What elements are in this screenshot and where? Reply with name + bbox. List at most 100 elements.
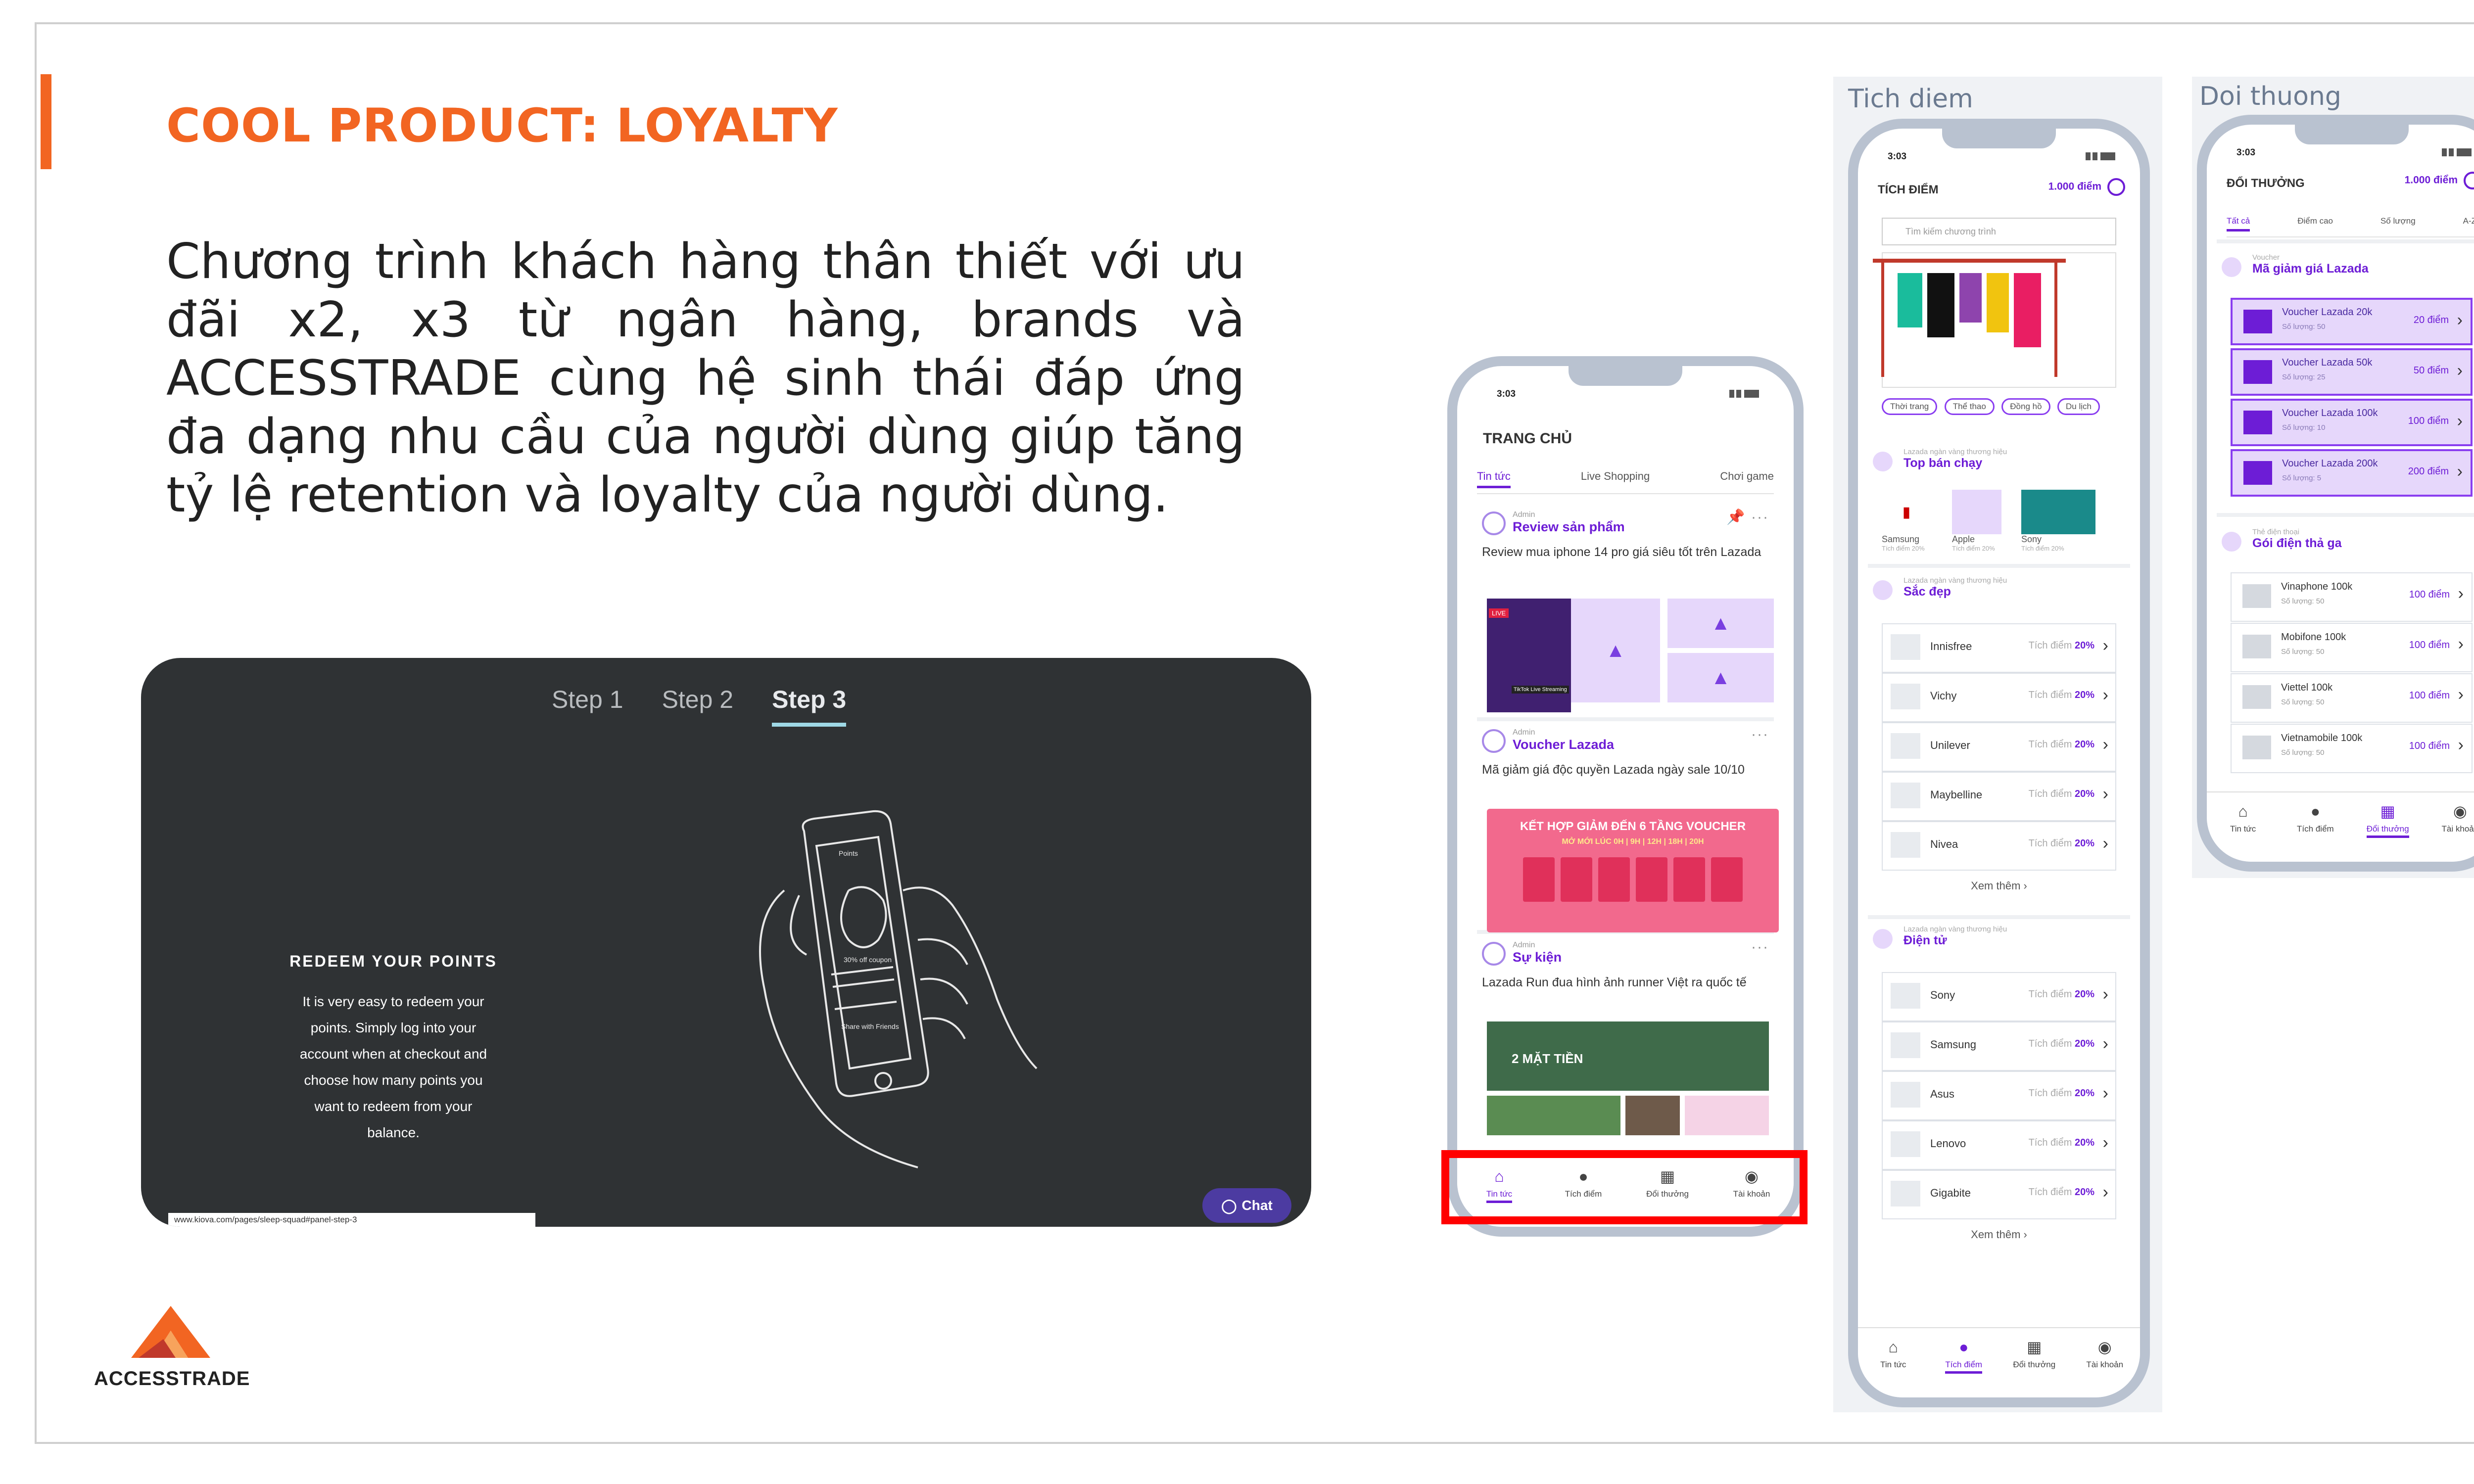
post-card[interactable]: Admin Voucher Lazada ··· Mã giảm giá độc… bbox=[1477, 722, 1779, 934]
page-title: ĐỔI THƯỞNG bbox=[2227, 177, 2305, 190]
card-name: Viettel 100k bbox=[2281, 682, 2333, 693]
voucher-name: Voucher Lazada 20k bbox=[2282, 307, 2373, 318]
search-input[interactable]: Tìm kiếm chương trình bbox=[1882, 218, 2116, 245]
brand-row[interactable]: Maybelline Tích điểm 20% › bbox=[1882, 772, 2116, 821]
tab-az[interactable]: A-Z bbox=[2463, 216, 2474, 232]
section-name: Top bán chạy bbox=[1903, 456, 1983, 470]
tabbar-news[interactable]: ⌂ Tin tức bbox=[1866, 1338, 1920, 1370]
step-3-tab[interactable]: Step 3 bbox=[772, 685, 847, 727]
voucher-tiles bbox=[1487, 857, 1779, 902]
top-item[interactable]: Apple Tích điểm 20% bbox=[1952, 490, 2006, 552]
phonecard-row[interactable]: Vinaphone 100k Số lượng: 50 100 điểm › bbox=[2231, 572, 2473, 622]
image-placeholder-icon bbox=[1891, 983, 1920, 1009]
brand-row[interactable]: Sony Tích điểm 20% › bbox=[1882, 972, 2116, 1021]
phonecard-row[interactable]: Viettel 100k Số lượng: 50 100 điểm › bbox=[2231, 673, 2473, 723]
chip[interactable]: Đồng hồ bbox=[2001, 398, 2050, 415]
gift-icon: ▦ bbox=[2380, 802, 2395, 820]
phone-notch bbox=[1942, 129, 2056, 148]
chat-button[interactable]: ◯ Chat bbox=[1202, 1188, 1291, 1223]
top-item[interactable]: ▮ Samsung Tích điểm 20% bbox=[1882, 490, 1936, 552]
step-1-tab[interactable]: Step 1 bbox=[552, 685, 623, 727]
more-icon[interactable]: 📌 ··· bbox=[1726, 509, 1769, 526]
brand-row[interactable]: Nivea Tích điểm 20% › bbox=[1882, 821, 2116, 871]
voucher-row[interactable]: Voucher Lazada 100k Số lượng: 10 100 điểm › bbox=[2231, 399, 2473, 446]
user-icon: ◉ bbox=[2453, 802, 2467, 820]
see-more-link[interactable]: Xem thêm › bbox=[1882, 1219, 2116, 1250]
tabbar-account[interactable]: ◉ Tài khoản bbox=[2433, 802, 2474, 834]
chip[interactable]: Du lịch bbox=[2057, 398, 2100, 415]
chevron-right-icon: › bbox=[2102, 735, 2108, 754]
step-tabs: Step 1 Step 2 Step 3 bbox=[552, 685, 847, 727]
brand-row[interactable]: Gigabite Tích điểm 20% › bbox=[1882, 1170, 2116, 1219]
voucher-row[interactable]: Voucher Lazada 50k Số lượng: 25 50 điểm › bbox=[2231, 348, 2473, 396]
brand-name: Unilever bbox=[1930, 739, 1970, 751]
tabbar-points[interactable]: ● Tích điểm bbox=[1937, 1338, 1991, 1374]
rate-label: Tích điểm bbox=[2028, 838, 2072, 849]
clothes-banner[interactable] bbox=[1873, 252, 2116, 388]
voucher-row[interactable]: Voucher Lazada 200k Số lượng: 5 200 điểm › bbox=[2231, 449, 2473, 497]
chip[interactable]: Thời trang bbox=[1882, 398, 1938, 415]
rate-label: Tích điểm bbox=[2028, 739, 2072, 750]
panel-caption: Tich diem bbox=[1848, 84, 1973, 114]
chat-bubble-icon: ◯ bbox=[1221, 1198, 1237, 1213]
phonecard-row[interactable]: Mobifone 100k Số lượng: 50 100 điểm › bbox=[2231, 623, 2473, 672]
live-thumbnail[interactable]: LIVE TikTok Live Streaming bbox=[1487, 599, 1571, 712]
divider bbox=[2217, 239, 2474, 243]
card-qty: Số lượng: 50 bbox=[2281, 748, 2325, 757]
card-points: 100 điểm bbox=[2409, 741, 2450, 751]
image-placeholder-icon: ▲ bbox=[1667, 653, 1774, 702]
voucher-tile bbox=[1673, 857, 1705, 902]
tab-game[interactable]: Chơi game bbox=[1720, 470, 1774, 488]
brand-row[interactable]: Lenovo Tích điểm 20% › bbox=[1882, 1120, 2116, 1170]
rate-value: 20% bbox=[2074, 640, 2094, 651]
tabbar-rewards[interactable]: ▦ Đổi thưởng bbox=[2007, 1338, 2061, 1370]
tab-quantity[interactable]: Số lượng bbox=[2380, 216, 2416, 232]
tabbar-label: Tích điểm bbox=[2297, 824, 2334, 834]
voucher-row[interactable]: Voucher Lazada 20k Số lượng: 50 20 điểm › bbox=[2231, 298, 2473, 345]
rate-label: Tích điểm bbox=[2028, 1137, 2072, 1148]
event-photo bbox=[1685, 1096, 1769, 1135]
chevron-right-icon: › bbox=[2102, 834, 2108, 853]
top-item-rate: Tích điểm 20% bbox=[1882, 545, 1925, 552]
brand-row[interactable]: Unilever Tích điểm 20% › bbox=[1882, 722, 2116, 772]
chip[interactable]: Thể thao bbox=[1944, 398, 1995, 415]
home-tabs: Tin tức Live Shopping Chơi game bbox=[1477, 470, 1774, 494]
card-qty: Số lượng: 50 bbox=[2281, 597, 2325, 605]
brand-name: Nivea bbox=[1930, 838, 1958, 850]
tabbar-label: Tin tức bbox=[2230, 824, 2256, 834]
post-card[interactable]: Admin Sự kiện ··· Lazada Run đua hình ản… bbox=[1477, 935, 1774, 1143]
tabbar-account[interactable]: ◉ Tài khoản bbox=[2078, 1338, 2132, 1370]
top-item[interactable]: Sony Tích điểm 20% bbox=[2021, 490, 2095, 552]
tabbar-points[interactable]: ● Tích điểm bbox=[2288, 802, 2342, 834]
home-icon: ⌂ bbox=[1888, 1338, 1898, 1356]
voucher-qty: Số lượng: 5 bbox=[2282, 474, 2322, 482]
top-item-name: Apple bbox=[1952, 534, 1975, 544]
gift-icon: ▦ bbox=[2027, 1338, 2042, 1356]
phonecard-row[interactable]: Vietnamobile 100k Số lượng: 50 100 điểm › bbox=[2231, 724, 2473, 773]
voucher-points: 200 điểm bbox=[2408, 466, 2449, 477]
voucher-name: Voucher Lazada 50k bbox=[2282, 357, 2373, 368]
chevron-right-icon: › bbox=[2102, 1183, 2108, 1202]
see-more-link[interactable]: Xem thêm › bbox=[1882, 871, 2116, 901]
brand-row[interactable]: Vichy Tích điểm 20% › bbox=[1882, 673, 2116, 722]
tab-live-shopping[interactable]: Live Shopping bbox=[1581, 470, 1650, 488]
brand-row[interactable]: Innisfree Tích điểm 20% › bbox=[1882, 623, 2116, 673]
more-icon[interactable]: ··· bbox=[1751, 726, 1769, 743]
section-small: Lazada ngàn vàng thương hiệu bbox=[1903, 448, 2007, 456]
tab-high-points[interactable]: Điểm cao bbox=[2297, 216, 2333, 232]
post-card[interactable]: Admin Review sản phẩm 📌 ··· Review mua i… bbox=[1477, 505, 1774, 721]
tabbar-label: Tài khoản bbox=[2086, 1360, 2124, 1369]
tabbar-news[interactable]: ⌂ Tin tức bbox=[2216, 802, 2270, 834]
tabbar-label: Tin tức bbox=[1880, 1360, 1906, 1369]
brand-row[interactable]: Samsung Tích điểm 20% › bbox=[1882, 1021, 2116, 1071]
event-banner[interactable]: 2 MẶT TIỀN bbox=[1487, 1021, 1769, 1091]
voucher-banner[interactable]: KẾT HỢP GIẢM ĐẾN 6 TẦNG VOUCHER MỞ MỚI L… bbox=[1487, 809, 1779, 932]
tabbar-rewards[interactable]: ▦ Đổi thưởng bbox=[2361, 802, 2415, 838]
chevron-right-icon: › bbox=[2457, 311, 2463, 329]
more-icon[interactable]: ··· bbox=[1751, 939, 1769, 956]
tab-all[interactable]: Tất cả bbox=[2227, 216, 2250, 232]
image-placeholder-icon bbox=[1891, 1082, 1920, 1108]
brand-row[interactable]: Asus Tích điểm 20% › bbox=[1882, 1071, 2116, 1120]
tab-news[interactable]: Tin tức bbox=[1477, 470, 1511, 488]
step-2-tab[interactable]: Step 2 bbox=[662, 685, 734, 727]
